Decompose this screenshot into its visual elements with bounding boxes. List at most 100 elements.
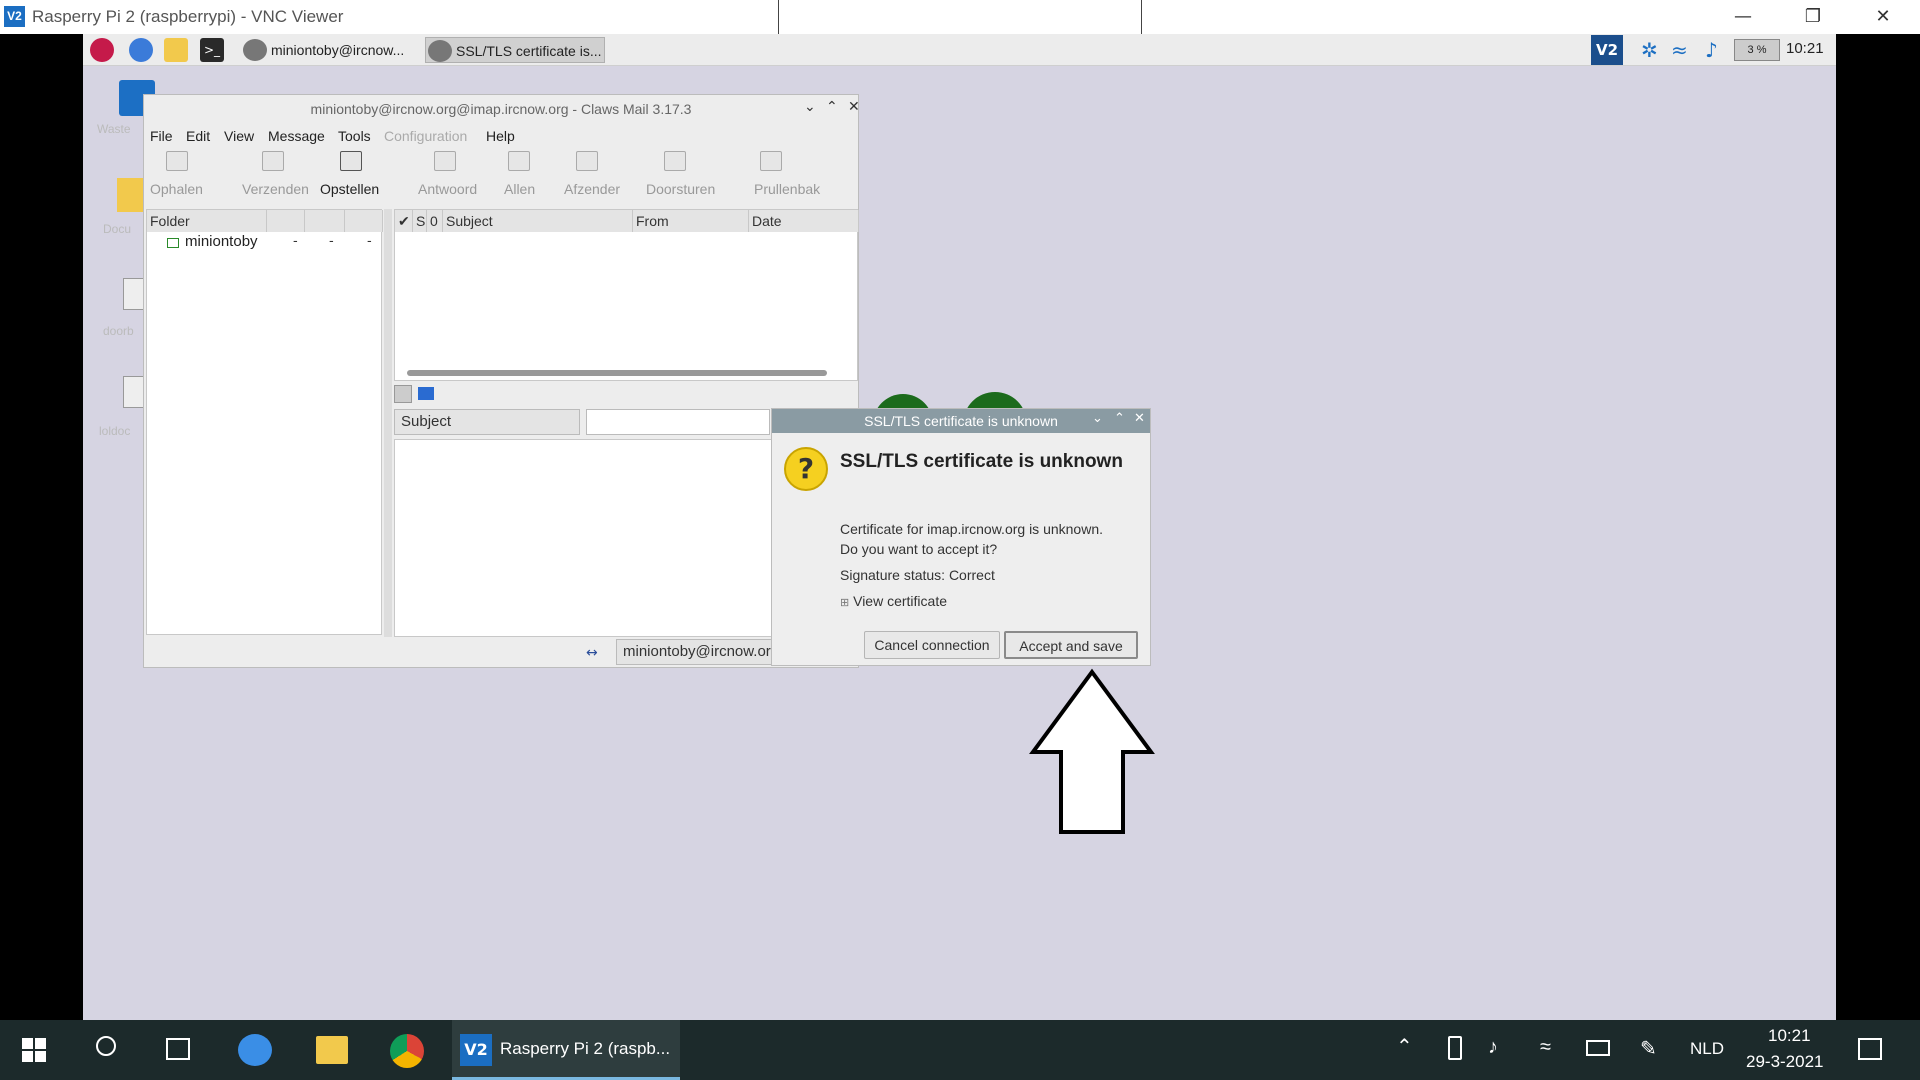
chrome-icon[interactable] [390,1034,424,1068]
folder-name[interactable]: miniontoby [185,233,258,250]
close-icon[interactable]: ✕ [1134,411,1145,426]
menu-file[interactable]: File [150,125,173,147]
expander-plus-icon: ⊞ [840,597,850,609]
get-mail-icon [166,151,188,171]
volume-icon[interactable]: ♪ [1705,38,1718,62]
pane-divider[interactable] [384,209,392,637]
ssl-dialog: SSL/TLS certificate is unknown ⌄ ⌃ ✕ ? S… [771,408,1151,666]
taskbar-date[interactable]: 29-3-2021 [1746,1052,1824,1072]
chevron-down-icon[interactable]: ⌄ [804,99,816,115]
file-manager-icon[interactable] [164,38,188,62]
raspberry-menu-icon[interactable] [90,38,114,62]
toolbar-ophalen[interactable]: Ophalen [150,181,203,197]
panel-task-ssl[interactable]: SSL/TLS certificate is... [425,37,605,63]
toolbar-verzenden[interactable]: Verzenden [242,181,309,197]
vnc-logo-icon: V2 [460,1034,492,1066]
reply-icon [434,151,456,171]
online-plug-icon[interactable]: ↔ [586,645,606,661]
menu-tools[interactable]: Tools [338,125,371,147]
menu-edit[interactable]: Edit [186,125,210,147]
list-header-date[interactable]: Date [749,210,859,232]
pi-panel: >_ miniontoby@ircnow... SSL/TLS certific… [83,34,1836,66]
new-column-icon[interactable] [305,210,345,232]
close-icon[interactable]: ✕ [1854,0,1912,34]
search-icon[interactable] [96,1036,116,1056]
reply-all-icon [508,151,530,171]
toolbar-antwoord[interactable]: Antwoord [418,181,477,197]
menu-configuration[interactable]: Configuration [384,125,467,147]
search-icon[interactable] [394,385,412,403]
volume-icon[interactable]: ♪ [1488,1036,1498,1059]
usb-device-icon[interactable] [1448,1036,1462,1060]
chevron-down-icon[interactable]: ⌄ [1092,411,1103,426]
message-list: ✔ S 0 Subject From Date [394,209,859,381]
folder-icon[interactable] [418,387,434,400]
toolbar-afzender[interactable]: Afzender [564,181,620,197]
wifi-icon[interactable]: ≈ [1671,38,1688,62]
restore-icon[interactable]: ❐ [1784,0,1842,34]
desktop-icon-label: Waste [97,122,131,136]
bluetooth-icon[interactable]: ✲ [1641,38,1658,62]
panel-task-label: SSL/TLS certificate is... [456,43,602,59]
language-indicator[interactable]: NLD [1690,1039,1724,1059]
maximize-icon[interactable]: ⌃ [1114,411,1125,426]
notifications-icon[interactable] [1858,1038,1882,1060]
list-header-subject[interactable]: Subject [443,210,633,232]
script-icon[interactable] [123,376,145,408]
search-type-select[interactable]: Subject [394,409,580,435]
vnc-titlebar: V2 Rasperry Pi 2 (raspberrypi) - VNC Vie… [0,0,1920,38]
folder-count: - [367,234,372,249]
terminal-icon[interactable]: >_ [200,38,224,62]
list-header-from[interactable]: From [633,210,749,232]
wifi-icon[interactable]: ≈ [1540,1036,1551,1059]
menu-help[interactable]: Help [486,125,515,147]
panel-task-mail[interactable]: miniontoby@ircnow... [241,37,421,63]
cpu-monitor[interactable]: 3 % [1734,39,1780,61]
menu-message[interactable]: Message [268,125,325,147]
search-input[interactable] [586,409,770,435]
task-view-icon[interactable] [166,1038,190,1060]
taskbar-vnc-app[interactable]: V2 Rasperry Pi 2 (raspb... [452,1020,680,1080]
panel-task-label: miniontoby@ircnow... [271,42,405,58]
claws-mail-window: miniontoby@ircnow.org@imap.ircnow.org - … [143,94,860,668]
view-certificate-expander[interactable]: ⊞ View certificate [840,593,947,609]
account-status[interactable]: miniontoby@ircnow.org@ir [616,639,776,665]
remote-desktop: >_ miniontoby@ircnow... SSL/TLS certific… [83,34,1836,1020]
total-column-icon[interactable] [345,210,383,232]
toolbar-doorsturen[interactable]: Doorsturen [646,181,715,197]
horizontal-scrollbar[interactable] [407,370,827,376]
unread-column-icon[interactable] [267,210,305,232]
maximize-icon[interactable]: ⌃ [826,99,838,115]
menu-view[interactable]: View [224,125,254,147]
toolbar-allen[interactable]: Allen [504,181,535,197]
list-header-check[interactable]: ✔ [395,210,413,232]
cancel-connection-button[interactable]: Cancel connection [864,631,1000,659]
battery-icon[interactable] [1586,1040,1610,1056]
pen-icon[interactable]: ✎ [1640,1036,1657,1061]
desktop-icon-label: doorb [103,324,134,338]
folder-pane: Folder miniontoby - - - [146,209,383,635]
accept-and-save-button[interactable]: Accept and save [1004,631,1138,659]
mail-app-icon[interactable] [238,1034,272,1066]
expander-label: View certificate [853,593,948,609]
folder-count: - [329,234,334,249]
list-header-status[interactable]: S [413,210,427,232]
folder-icon [167,238,179,248]
web-browser-icon[interactable] [129,38,153,62]
document-icon[interactable] [123,278,145,310]
toolbar-prullenbak[interactable]: Prullenbak [754,181,820,197]
panel-clock[interactable]: 10:21 [1786,40,1824,57]
windows-start-icon[interactable] [22,1038,46,1062]
vnc-toolbar-handle[interactable] [778,0,1142,38]
taskbar-time[interactable]: 10:21 [1768,1026,1811,1046]
folder-header[interactable]: Folder [147,210,267,232]
chevron-up-icon[interactable]: ⌃ [1396,1034,1413,1059]
file-explorer-icon[interactable] [316,1036,348,1064]
minimize-icon[interactable]: — [1714,0,1772,34]
claws-toolbar: Ophalen Verzenden Opstellen Antwoord All… [144,151,858,205]
list-header-attach[interactable]: 0 [427,210,443,232]
vnc-server-icon[interactable]: V2 [1591,35,1623,65]
close-icon[interactable]: ✕ [848,99,860,115]
toolbar-opstellen[interactable]: Opstellen [320,181,379,197]
dialog-heading: SSL/TLS certificate is unknown [840,451,1123,472]
